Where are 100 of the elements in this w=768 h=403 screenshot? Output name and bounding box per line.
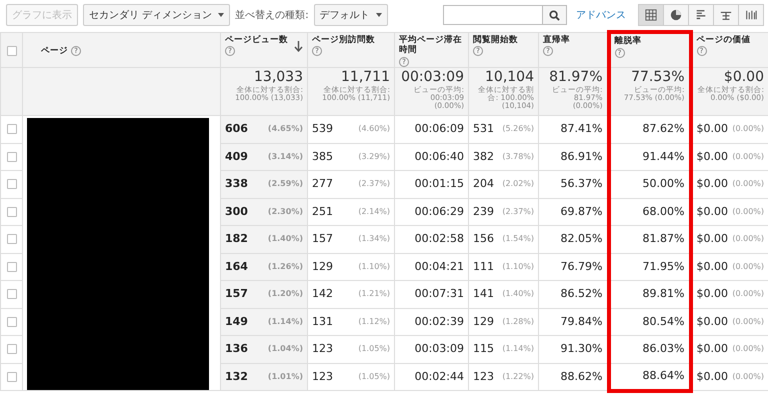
table-cell-text: 204 bbox=[473, 176, 494, 192]
table-cell-text: 129 bbox=[473, 314, 494, 330]
advanced-link[interactable]: アドバンス bbox=[576, 8, 626, 22]
table-cell: 00:02:39 bbox=[414, 314, 464, 328]
table-cell-text: 149 bbox=[225, 314, 248, 330]
table-cell: 82.05% bbox=[560, 232, 602, 246]
share-percent: (0.00%) bbox=[732, 233, 764, 246]
share-percent: (1.10%) bbox=[358, 260, 390, 273]
share-percent: (2.59%) bbox=[268, 178, 303, 190]
share-percent: (0.00%) bbox=[732, 316, 764, 328]
table-cell: 91.44% bbox=[642, 150, 684, 163]
total-value: 00:03:09 bbox=[400, 70, 464, 86]
table-cell-text: 131 bbox=[312, 314, 333, 330]
share-percent: (0.00%) bbox=[732, 370, 764, 383]
table-cell: 80.54% bbox=[642, 314, 684, 328]
share-percent: (0.00%) bbox=[732, 260, 764, 273]
table-cell: 00:06:29 bbox=[414, 204, 464, 218]
table-cell: 00:01:15 bbox=[414, 177, 464, 190]
table-cell-text: 142 bbox=[312, 286, 333, 302]
table-cell-text: 338 bbox=[225, 176, 248, 192]
table-cell: 00:06:09 bbox=[414, 122, 464, 136]
table-cell-text: 123 bbox=[473, 368, 494, 385]
share-percent: (1.21%) bbox=[358, 288, 390, 300]
table-cell: 00:07:31 bbox=[414, 287, 464, 300]
table-cell-text: 239 bbox=[473, 204, 494, 220]
share-percent: (0.00%) bbox=[732, 288, 764, 300]
share-percent: (5.26%) bbox=[502, 123, 534, 136]
total-value: $0.00 bbox=[722, 70, 764, 86]
share-percent: (1.26%) bbox=[268, 260, 303, 273]
sort-type-dropdown[interactable]: デフォルト bbox=[314, 4, 388, 26]
share-percent: (0.00%) bbox=[732, 343, 764, 356]
share-percent: (1.10%) bbox=[502, 260, 534, 273]
column-header[interactable]: ページ別訪問数 bbox=[312, 34, 375, 46]
table-cell: 00:03:09 bbox=[414, 342, 464, 356]
table-cell-text: $0.00 bbox=[696, 176, 728, 192]
share-percent: (3.14%) bbox=[268, 150, 303, 163]
table-cell-text: $0.00 bbox=[696, 258, 728, 275]
share-percent: (1.01%) bbox=[268, 370, 303, 383]
share-percent: (0.00%) bbox=[732, 206, 764, 218]
column-header[interactable]: 平均ページ滞在時間 bbox=[399, 34, 464, 56]
table-cell-text: 182 bbox=[225, 231, 248, 248]
table-cell: 81.87% bbox=[642, 232, 684, 246]
share-percent: (1.12%) bbox=[358, 316, 390, 328]
table-cell-text: 251 bbox=[312, 204, 333, 220]
share-percent: (1.20%) bbox=[268, 288, 303, 300]
table-cell-text: $0.00 bbox=[696, 286, 728, 302]
share-percent: (1.54%) bbox=[502, 233, 534, 246]
table-cell: 00:02:44 bbox=[414, 370, 464, 383]
total-value: 77.53% bbox=[630, 70, 684, 86]
table-cell-text: $0.00 bbox=[696, 121, 728, 138]
column-header[interactable]: 閲覧開始数 bbox=[473, 34, 518, 46]
table-cell-text: 539 bbox=[312, 121, 333, 138]
table-cell: 89.81% bbox=[642, 287, 684, 300]
table-cell: 87.41% bbox=[560, 122, 602, 136]
total-value: 81.97% bbox=[548, 70, 602, 86]
table-cell: 56.37% bbox=[560, 177, 602, 190]
share-percent: (2.30%) bbox=[268, 206, 303, 218]
share-percent: (2.37%) bbox=[358, 178, 390, 190]
table-cell: 00:02:58 bbox=[414, 232, 464, 246]
table-cell-text: $0.00 bbox=[696, 148, 728, 165]
table-cell-text: 123 bbox=[312, 341, 333, 358]
share-percent: (3.78%) bbox=[502, 150, 534, 163]
share-percent: (0.00%) bbox=[732, 150, 764, 163]
column-header[interactable]: ページの価値 bbox=[696, 34, 750, 46]
share-percent: (0.00%) bbox=[732, 178, 764, 190]
table-cell-text: 123 bbox=[312, 368, 333, 385]
share-percent: (1.05%) bbox=[358, 370, 390, 383]
table-cell: 69.87% bbox=[560, 204, 602, 218]
secondary-dimension-dropdown[interactable]: セカンダリ ディメンション bbox=[83, 4, 230, 26]
table-cell-text: 129 bbox=[312, 258, 333, 275]
column-header[interactable]: ページビュー数 bbox=[225, 34, 288, 46]
table-cell-text: $0.00 bbox=[696, 368, 728, 385]
column-header[interactable]: 離脱率 bbox=[614, 36, 642, 47]
table-cell-text: 382 bbox=[473, 148, 494, 165]
share-percent: (2.14%) bbox=[358, 206, 390, 218]
table-cell-text: $0.00 bbox=[696, 204, 728, 220]
share-percent: (4.60%) bbox=[358, 123, 390, 136]
share-percent: (4.65%) bbox=[268, 123, 303, 136]
total-value: 11,711 bbox=[340, 70, 390, 86]
table-cell-text: 277 bbox=[312, 176, 333, 192]
table-cell-text: $0.00 bbox=[696, 341, 728, 358]
table-cell: 71.95% bbox=[642, 260, 684, 273]
share-percent: (0.00%) bbox=[732, 123, 764, 136]
share-percent: (3.29%) bbox=[358, 150, 390, 163]
table-cell: 88.64% bbox=[642, 368, 684, 382]
table-cell-text: 606 bbox=[225, 121, 248, 138]
table-cell-text: 115 bbox=[473, 341, 494, 358]
table-cell-text: 156 bbox=[473, 231, 494, 248]
total-value: 13,033 bbox=[253, 70, 303, 86]
column-header[interactable]: ページ bbox=[41, 46, 68, 56]
table-cell-text: 157 bbox=[312, 231, 333, 248]
table-cell-text: 164 bbox=[225, 258, 248, 275]
share-percent: (2.37%) bbox=[502, 206, 534, 218]
table-cell: 79.84% bbox=[560, 314, 602, 328]
table-cell: 86.91% bbox=[560, 150, 602, 163]
column-header[interactable]: 直帰率 bbox=[543, 34, 570, 46]
table-cell-text: 300 bbox=[225, 204, 248, 220]
share-percent: (1.40%) bbox=[268, 233, 303, 246]
table-cell-text: $0.00 bbox=[696, 314, 728, 330]
table-cell-text: 111 bbox=[473, 258, 494, 275]
